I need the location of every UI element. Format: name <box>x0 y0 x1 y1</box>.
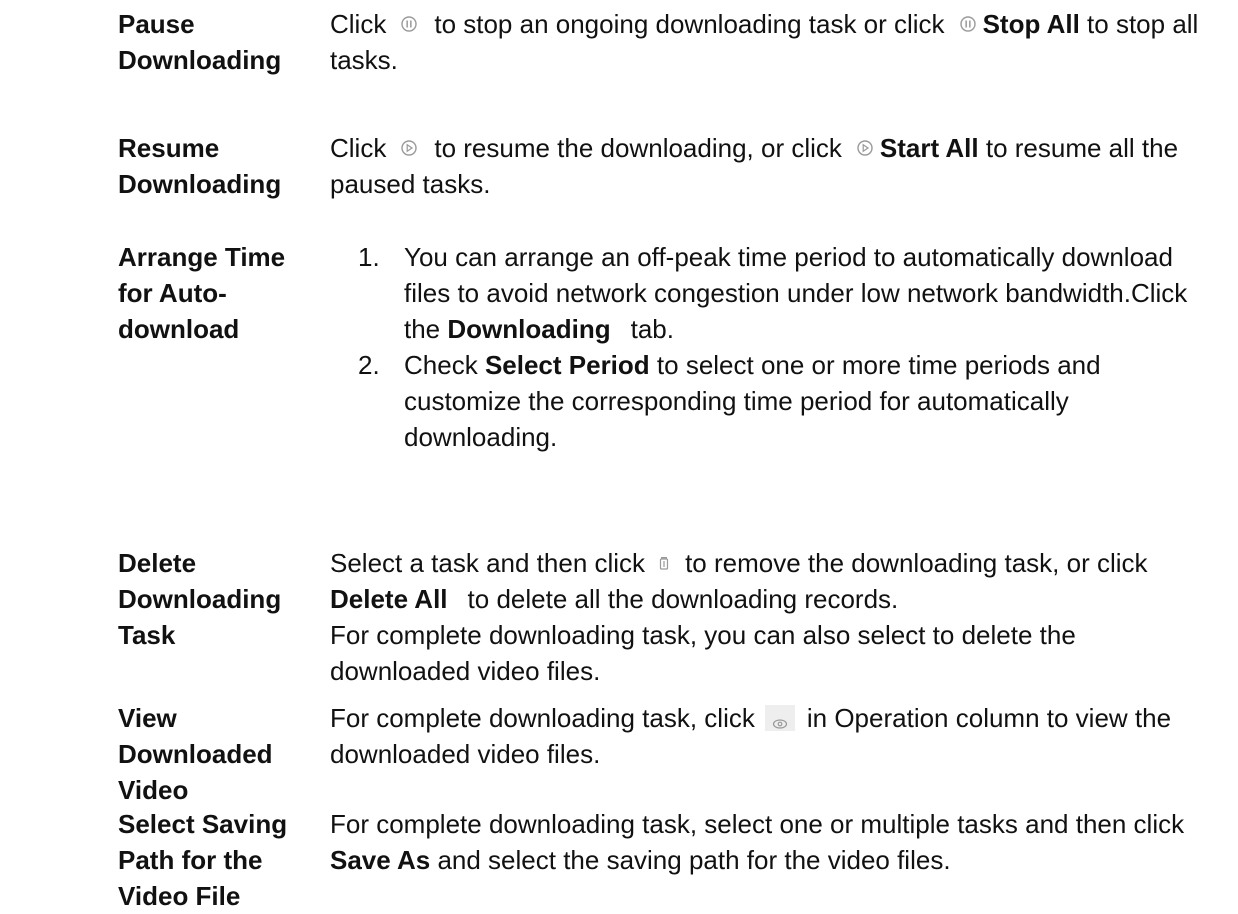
text: Click <box>330 9 387 39</box>
text: and select the saving path for the video… <box>437 845 951 875</box>
step-number: 1. <box>358 242 380 272</box>
eye-icon <box>764 705 795 732</box>
text: tab. <box>630 314 674 344</box>
term-pause-downloading: Pause Downloading <box>118 9 282 75</box>
play-circle-icon <box>856 139 874 157</box>
text: Select a task and then click <box>330 548 646 578</box>
trash-icon <box>655 554 673 572</box>
desc-delete-task: Select a task and then click to remove th… <box>330 545 1210 689</box>
desc-arrange-time: 1. You can arrange an off-peak time peri… <box>358 239 1210 455</box>
pause-circle-icon <box>959 15 977 33</box>
text: to resume the downloading, or click <box>434 133 842 163</box>
text: For complete downloading task, you can a… <box>330 620 1076 686</box>
text: to delete all the downloading records. <box>467 584 899 614</box>
start-all-label: Start All <box>879 133 979 163</box>
desc-pause-downloading: Click to stop an ongoing downloading task… <box>330 6 1210 78</box>
desc-saving-path: For complete downloading task, select on… <box>330 806 1210 878</box>
text: For complete downloading task, click <box>330 703 755 733</box>
pause-circle-icon <box>400 15 418 33</box>
text: Check <box>404 350 478 380</box>
text: For complete downloading task, select on… <box>330 809 1185 839</box>
stop-all-label: Stop All <box>982 9 1080 39</box>
step-number: 2. <box>358 350 380 380</box>
term-arrange-time: Arrange Time for Auto-download <box>118 242 286 344</box>
downloading-tab-label: Downloading <box>447 314 611 344</box>
term-delete-task: Delete Downloading Task <box>118 548 282 650</box>
play-circle-icon <box>400 139 418 157</box>
delete-all-label: Delete All <box>330 584 448 614</box>
desc-view-video: For complete downloading task, click in O… <box>330 700 1210 772</box>
text: to stop an ongoing downloading task or c… <box>434 9 945 39</box>
desc-resume-downloading: Click to resume the downloading, or click… <box>330 130 1210 202</box>
save-as-label: Save As <box>330 845 431 875</box>
text: to remove the downloading task, or click <box>685 548 1148 578</box>
list-item: 1. You can arrange an off-peak time peri… <box>358 239 1210 347</box>
text: Click <box>330 133 387 163</box>
steps-list: 1. You can arrange an off-peak time peri… <box>358 239 1210 455</box>
term-saving-path: Select Saving Path for the Video File <box>118 809 288 911</box>
term-resume-downloading: Resume Downloading <box>118 133 282 199</box>
term-view-video: View Downloaded Video <box>118 703 273 805</box>
select-period-label: Select Period <box>484 350 650 380</box>
list-item: 2. Check Select Period to select one or … <box>358 347 1210 455</box>
